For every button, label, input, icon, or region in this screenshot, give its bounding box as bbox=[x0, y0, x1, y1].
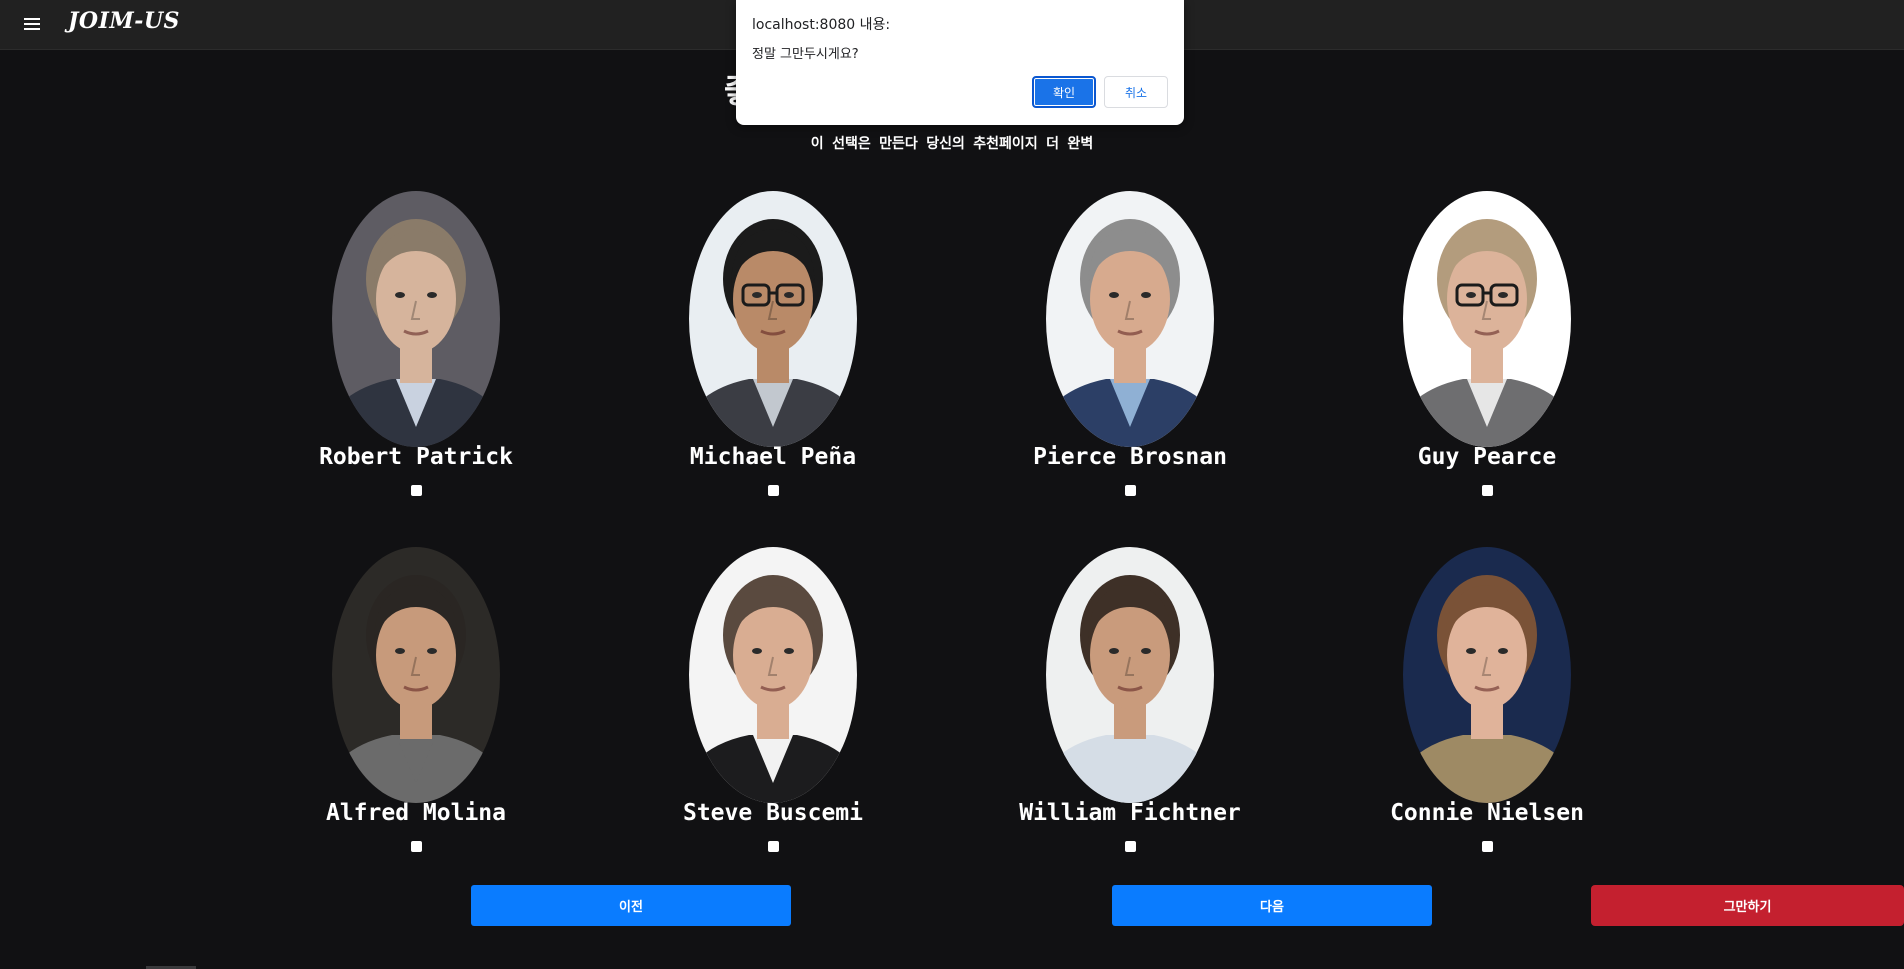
actor-select-checkbox[interactable] bbox=[411, 485, 422, 496]
portrait-illustration bbox=[1046, 547, 1214, 803]
actor-select-checkbox[interactable] bbox=[411, 841, 422, 852]
next-button[interactable]: 다음 bbox=[1112, 885, 1432, 926]
portrait-illustration bbox=[1403, 547, 1571, 803]
actor-name: Connie Nielsen bbox=[1390, 800, 1584, 826]
actor-name: Alfred Molina bbox=[325, 800, 506, 826]
actor-photo[interactable] bbox=[1403, 191, 1571, 447]
actor-photo[interactable] bbox=[1046, 547, 1214, 803]
actor-select-checkbox[interactable] bbox=[1125, 841, 1136, 852]
actor-photo[interactable] bbox=[689, 547, 857, 803]
prev-button[interactable]: 이전 bbox=[471, 885, 791, 926]
dialog-message: 정말 그만두시게요? bbox=[752, 47, 859, 62]
dialog-ok-button[interactable]: 확인 bbox=[1032, 76, 1096, 108]
actor-name: Michael Peña bbox=[689, 444, 857, 470]
actor-photo[interactable] bbox=[1046, 191, 1214, 447]
portrait-illustration bbox=[1403, 191, 1571, 447]
actor-name: Robert Patrick bbox=[319, 444, 513, 470]
portrait-illustration bbox=[1046, 191, 1214, 447]
actor-photo[interactable] bbox=[332, 547, 500, 803]
page-subtitle: 이 선택은 만든다 당신의 추천페이지 더 완벽 bbox=[810, 136, 1094, 152]
portrait-illustration bbox=[332, 191, 500, 447]
actor-select-checkbox[interactable] bbox=[1125, 485, 1136, 496]
actor-select-checkbox[interactable] bbox=[1482, 841, 1493, 852]
dialog-cancel-button[interactable]: 취소 bbox=[1104, 76, 1168, 108]
quit-button[interactable]: 그만하기 bbox=[1591, 885, 1904, 926]
actor-name: William Fichtner bbox=[1019, 800, 1241, 826]
actor-select-checkbox[interactable] bbox=[768, 485, 779, 496]
brand-logo[interactable]: JOIM-US bbox=[68, 8, 180, 34]
portrait-illustration bbox=[332, 547, 500, 803]
portrait-illustration bbox=[689, 547, 857, 803]
actor-select-checkbox[interactable] bbox=[768, 841, 779, 852]
actor-photo[interactable] bbox=[332, 191, 500, 447]
actor-photo[interactable] bbox=[1403, 547, 1571, 803]
actor-name: Pierce Brosnan bbox=[1033, 444, 1227, 470]
actor-photo[interactable] bbox=[689, 191, 857, 447]
hamburger-menu-icon[interactable] bbox=[22, 16, 42, 32]
confirm-dialog: localhost:8080 내용: 정말 그만두시게요? 확인 취소 bbox=[736, 0, 1184, 125]
actor-name: Steve Buscemi bbox=[682, 800, 863, 826]
portrait-illustration bbox=[689, 191, 857, 447]
actor-select-checkbox[interactable] bbox=[1482, 485, 1493, 496]
dialog-origin: localhost:8080 내용: bbox=[752, 17, 891, 33]
actor-name: Guy Pearce bbox=[1417, 444, 1557, 470]
